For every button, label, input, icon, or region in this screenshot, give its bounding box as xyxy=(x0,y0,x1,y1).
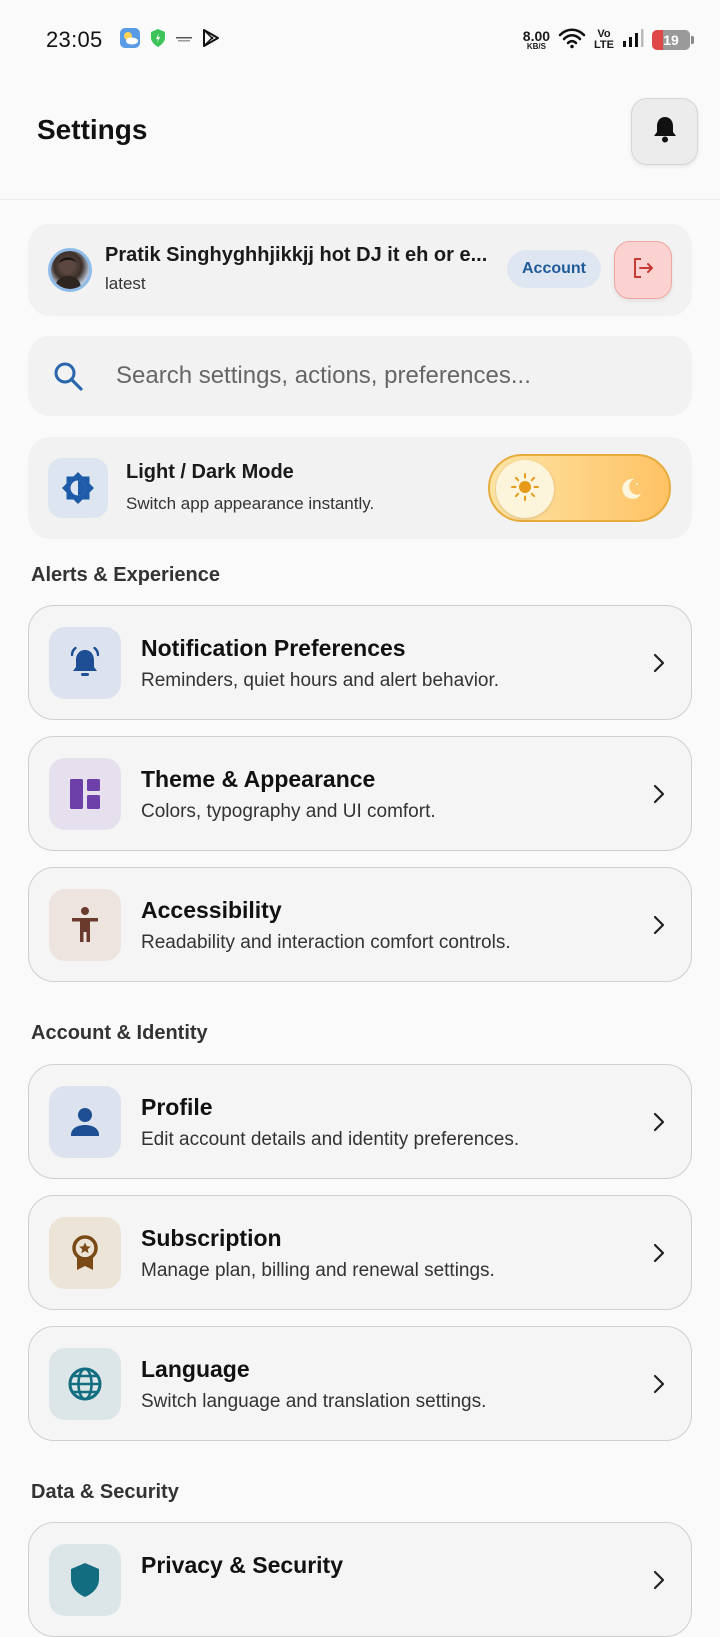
status-time: 23:05 xyxy=(46,27,103,52)
chevron-right-icon xyxy=(649,651,669,680)
chevron-right-icon xyxy=(649,1110,669,1139)
settings-row-privacy-security[interactable]: Privacy & Security xyxy=(28,1522,692,1637)
row-title: Accessibility xyxy=(141,897,282,923)
logout-button[interactable] xyxy=(614,241,672,299)
status-notification-icons xyxy=(119,27,221,54)
search-input[interactable] xyxy=(116,356,666,396)
row-subtitle: Switch language and translation settings… xyxy=(141,1391,487,1412)
row-subtitle: Manage plan, billing and renewal setting… xyxy=(141,1260,495,1281)
row-subtitle: Readability and interaction comfort cont… xyxy=(141,932,511,953)
row-subtitle: Edit account details and identity prefer… xyxy=(141,1129,520,1150)
person-icon xyxy=(49,1086,121,1158)
logout-icon xyxy=(630,255,656,286)
chevron-right-icon xyxy=(649,1372,669,1401)
account-card[interactable]: Pratik Singhyghhjikkjj hot DJ it eh or e… xyxy=(28,224,692,316)
bell-ring-icon xyxy=(49,627,121,699)
search-bar[interactable] xyxy=(28,336,692,416)
theme-mode-subtitle: Switch app appearance instantly. xyxy=(126,494,375,513)
row-title: Theme & Appearance xyxy=(141,766,376,792)
accessibility-icon xyxy=(49,889,121,961)
theme-mode-card: Light / Dark Mode Switch app appearance … xyxy=(28,437,692,539)
network-speed: 8.00 KB/S xyxy=(522,28,551,51)
row-subtitle: Reminders, quiet hours and alert behavio… xyxy=(141,670,500,691)
settings-row-accessibility[interactable]: Accessibility Readability and interactio… xyxy=(28,867,692,982)
row-title: Notification Preferences xyxy=(141,635,406,661)
signal-icon xyxy=(622,28,644,53)
chevron-right-icon xyxy=(649,1568,669,1597)
settings-row-language[interactable]: Language Switch language and translation… xyxy=(28,1326,692,1441)
settings-row-profile[interactable]: Profile Edit account details and identit… xyxy=(28,1064,692,1179)
play-store-icon xyxy=(201,28,221,53)
search-icon xyxy=(52,360,84,397)
row-title: Language xyxy=(141,1356,250,1382)
page-title: Settings xyxy=(37,114,148,145)
dots-status-icon xyxy=(175,31,193,49)
chevron-right-icon xyxy=(649,782,669,811)
battery-icon: 19 xyxy=(652,30,694,50)
dashboard-layout-icon xyxy=(49,758,121,830)
account-button[interactable]: Account xyxy=(507,250,601,288)
globe-icon xyxy=(49,1348,121,1420)
theme-mode-title: Light / Dark Mode xyxy=(126,461,294,483)
settings-row-subscription[interactable]: Subscription Manage plan, billing and re… xyxy=(28,1195,692,1310)
notifications-button[interactable] xyxy=(631,98,698,165)
row-title: Privacy & Security xyxy=(141,1552,344,1578)
toggle-knob[interactable] xyxy=(496,460,554,518)
status-system-icons: 8.00 KB/S Vo LTE 19 xyxy=(522,27,694,54)
row-title: Subscription xyxy=(141,1225,282,1251)
settings-row-notification-preferences[interactable]: Notification Preferences Reminders, quie… xyxy=(28,605,692,720)
weather-icon xyxy=(119,27,141,54)
bell-icon xyxy=(652,115,678,148)
brightness-icon xyxy=(48,458,108,518)
row-subtitle: Colors, typography and UI comfort. xyxy=(141,801,436,822)
shield-status-icon xyxy=(149,28,167,53)
section-title-data-security: Data & Security xyxy=(31,1481,179,1503)
award-badge-icon xyxy=(49,1217,121,1289)
section-title-account: Account & Identity xyxy=(31,1022,208,1044)
moon-icon xyxy=(618,476,644,507)
avatar[interactable] xyxy=(48,248,92,292)
volte-indicator: Vo LTE xyxy=(594,28,614,51)
chevron-right-icon xyxy=(649,913,669,942)
account-subtitle: latest xyxy=(105,274,146,293)
settings-row-theme-appearance[interactable]: Theme & Appearance Colors, typography an… xyxy=(28,736,692,851)
theme-mode-toggle[interactable] xyxy=(488,454,671,522)
chevron-right-icon xyxy=(649,1241,669,1270)
status-bar: 23:05 8.00 KB/S Vo LTE 19 xyxy=(0,0,720,80)
app-bar: Settings xyxy=(0,80,720,200)
wifi-icon xyxy=(558,27,586,54)
section-title-alerts: Alerts & Experience xyxy=(31,564,220,586)
account-name: Pratik Singhyghhjikkjj hot DJ it eh or e… xyxy=(105,244,488,266)
shield-icon xyxy=(49,1544,121,1616)
sun-icon xyxy=(509,471,541,508)
row-title: Profile xyxy=(141,1094,213,1120)
